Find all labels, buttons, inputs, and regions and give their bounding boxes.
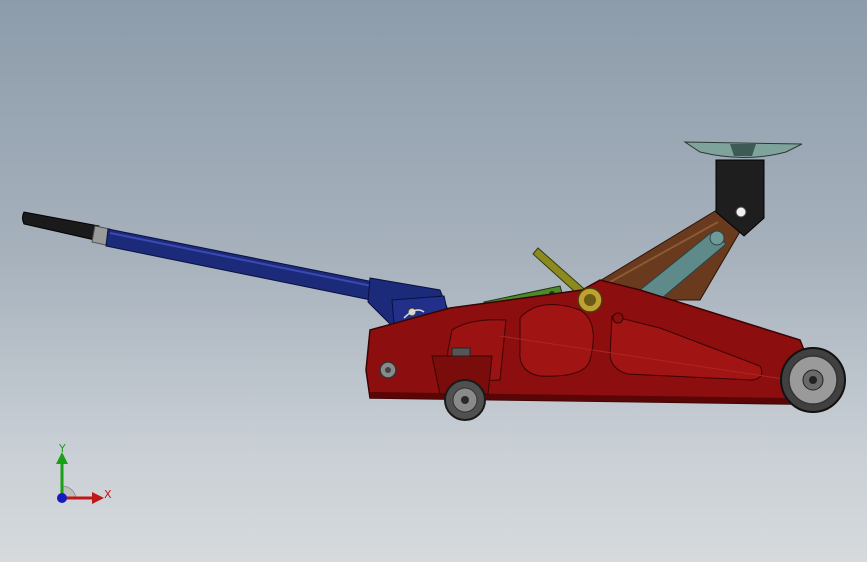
front-caster[interactable]: [431, 347, 493, 421]
post-pin-icon: [735, 206, 747, 218]
handle-grip[interactable]: [22, 211, 111, 246]
saddle[interactable]: [683, 141, 803, 158]
rear-wheel[interactable]: [780, 347, 846, 413]
coordinate-triad: Y X: [56, 442, 112, 504]
y-axis-label: Y: [58, 442, 66, 455]
handle-tube[interactable]: [105, 228, 375, 301]
cad-viewport[interactable]: Y X: [0, 0, 867, 562]
floor-jack-model[interactable]: [0, 0, 867, 562]
x-axis-label: X: [104, 488, 112, 501]
z-axis-dot: [57, 493, 67, 503]
link-pin-icon: [709, 230, 725, 246]
